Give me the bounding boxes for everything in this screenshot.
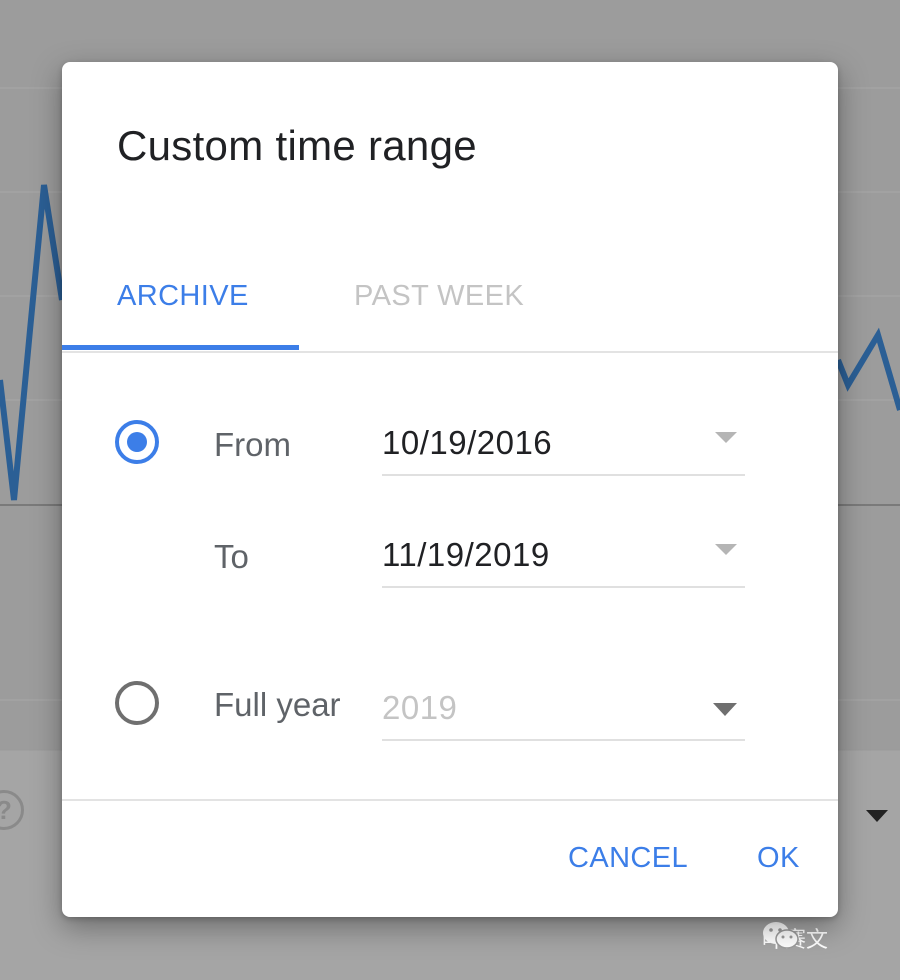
cancel-button[interactable]: CANCEL (568, 842, 688, 875)
from-date-underline (382, 474, 745, 476)
tabs-divider (62, 351, 838, 353)
ok-button[interactable]: OK (757, 842, 800, 875)
dialog-title: Custom time range (117, 122, 477, 169)
from-date-select[interactable]: 10/19/2016 (382, 416, 745, 476)
to-date-select[interactable]: 11/19/2019 (382, 528, 745, 588)
wechat-icon (763, 922, 799, 949)
full-year-radio-button[interactable] (115, 681, 159, 725)
chevron-down-icon (713, 703, 737, 716)
full-year-value: 2019 (382, 689, 458, 726)
from-date-value: 10/19/2016 (382, 424, 553, 461)
full-year-underline (382, 739, 745, 741)
active-tab-indicator (62, 345, 299, 350)
dropdown-arrow-icon[interactable] (866, 810, 888, 822)
range-radio-button[interactable] (115, 420, 159, 464)
full-year-label: Full year (214, 686, 341, 723)
tab-past-week[interactable]: PAST WEEK (354, 280, 524, 313)
tab-archive[interactable]: ARCHIVE (117, 280, 249, 313)
tab-bar: ARCHIVE PAST WEEK (62, 262, 838, 352)
full-year-select[interactable]: 2019 (382, 681, 745, 741)
from-label: From (214, 426, 291, 463)
to-label: To (214, 538, 249, 575)
watermark: 叶赛文 (762, 920, 828, 956)
to-date-value: 11/19/2019 (382, 536, 550, 573)
background-chart-line-left (0, 184, 65, 501)
chevron-down-icon (715, 544, 737, 555)
background-chart-line-right (835, 327, 900, 411)
footer-divider (62, 799, 838, 801)
to-date-underline (382, 586, 745, 588)
custom-time-range-dialog: Custom time range ARCHIVE PAST WEEK From… (62, 62, 838, 917)
chevron-down-icon (715, 432, 737, 443)
